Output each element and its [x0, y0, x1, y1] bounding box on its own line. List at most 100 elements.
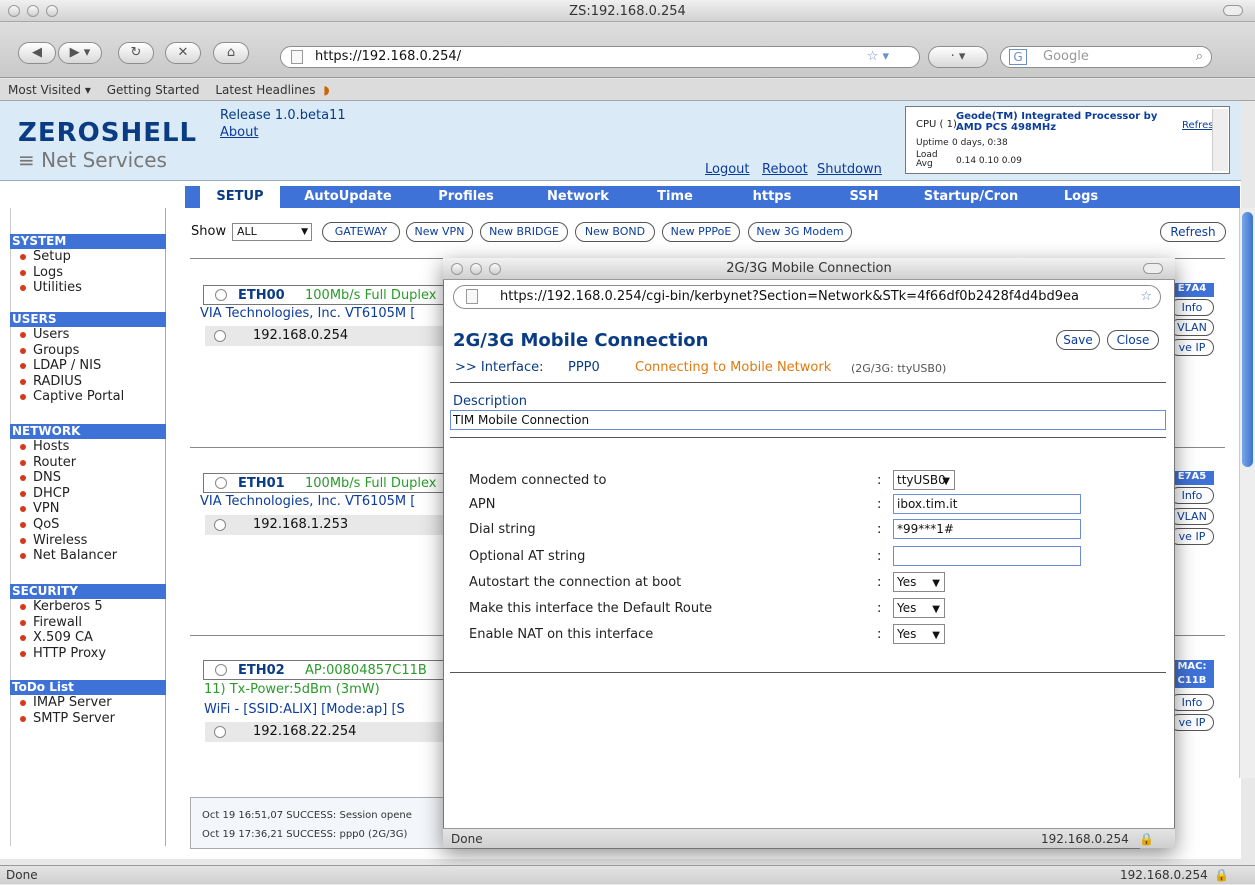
- reboot-link[interactable]: Reboot: [762, 162, 808, 177]
- menu-tab-https[interactable]: https: [722, 186, 822, 208]
- move-ip-button[interactable]: ve IP: [1170, 528, 1214, 545]
- new-vpn-button[interactable]: New VPN: [406, 222, 473, 242]
- sidebar-item-dns[interactable]: DNS: [20, 471, 61, 485]
- sidebar-item-captive-portal[interactable]: Captive Portal: [19, 390, 124, 404]
- menu-tab-startup-cron[interactable]: Startup/Cron: [906, 186, 1036, 208]
- sidebar-item-ldap-nis[interactable]: LDAP / NIS: [19, 359, 101, 373]
- sidebar-item-http-proxy[interactable]: HTTP Proxy: [19, 646, 106, 661]
- sidebar-item-router[interactable]: Router: [19, 455, 76, 470]
- bookmark-star-icon[interactable]: ☆ ▾: [867, 47, 889, 67]
- sidebar-item-radius[interactable]: RADIUS: [19, 374, 82, 389]
- interface-radio[interactable]: [215, 664, 227, 676]
- ip-radio[interactable]: [214, 519, 226, 531]
- interface-ip-row[interactable]: 192.168.1.253: [205, 515, 445, 535]
- home-button[interactable]: ⌂: [213, 42, 249, 64]
- colon: :: [877, 473, 882, 488]
- new-bridge-button[interactable]: New BRIDGE: [480, 222, 568, 242]
- default-route-select[interactable]: Yes ▼: [893, 598, 945, 618]
- interface-ip-row[interactable]: 192.168.0.254: [205, 326, 445, 346]
- ip-radio[interactable]: [214, 726, 226, 738]
- sidebar-item-net-balancer[interactable]: Net Balancer: [19, 549, 117, 563]
- bookmark-most-visited[interactable]: Most Visited ▾: [8, 83, 91, 97]
- bookmark-star-icon[interactable]: ☆: [1138, 286, 1152, 308]
- shutdown-link[interactable]: Shutdown: [817, 162, 882, 177]
- info-button[interactable]: Info: [1170, 694, 1214, 711]
- menu-tab-ssh[interactable]: SSH: [834, 186, 894, 208]
- description-input[interactable]: TIM Mobile Connection: [450, 410, 1166, 430]
- sidebar-item-wireless[interactable]: Wireless: [19, 533, 87, 548]
- sidebar-item-vpn[interactable]: VPN: [19, 502, 59, 516]
- nat-select[interactable]: Yes ▼: [893, 624, 945, 644]
- sidebar-item-imap-server[interactable]: IMAP Server: [20, 696, 112, 710]
- modem-select[interactable]: ttyUSB0 ▼: [893, 470, 955, 490]
- sidebar-item-kerberos-5[interactable]: Kerberos 5: [20, 600, 103, 614]
- bookmark-latest-headlines[interactable]: Latest Headlines: [215, 83, 315, 97]
- device-info: (2G/3G: ttyUSB0): [851, 362, 947, 375]
- sidebar-item-hosts[interactable]: Hosts: [19, 440, 69, 454]
- popup-heading: 2G/3G Mobile Connection: [453, 330, 709, 351]
- menu-tab-time[interactable]: Time: [640, 186, 710, 208]
- interface-radio[interactable]: [215, 289, 227, 301]
- colon: :: [877, 549, 882, 564]
- toolbar-toggle-button[interactable]: [1143, 263, 1163, 274]
- ip-radio[interactable]: [214, 330, 226, 342]
- popup-address-bar[interactable]: https://192.168.0.254/cgi-bin/kerbynet?S…: [453, 285, 1161, 309]
- show-filter-select[interactable]: ALL ▼: [232, 223, 312, 241]
- vlan-button[interactable]: VLAN: [1170, 508, 1214, 525]
- menu-tab-network[interactable]: Network: [528, 186, 628, 208]
- menu-tab-autoupdate[interactable]: AutoUpdate: [292, 186, 404, 208]
- sidebar-item-groups[interactable]: Groups: [19, 343, 79, 358]
- search-bar[interactable]: G Google ⌕: [1000, 46, 1212, 68]
- new-3g-modem-button[interactable]: New 3G Modem: [748, 222, 852, 242]
- sidebar-item-setup[interactable]: Setup: [20, 250, 71, 264]
- apn-input[interactable]: ibox.tim.it: [893, 494, 1081, 514]
- new-pppoe-button[interactable]: New PPPoE: [662, 222, 740, 242]
- autostart-select[interactable]: Yes ▼: [893, 572, 945, 592]
- dial-string-input[interactable]: *99***1#: [893, 519, 1081, 539]
- info-button[interactable]: Info: [1170, 299, 1214, 316]
- reload-button[interactable]: ↻: [118, 42, 154, 64]
- sidebar-item-utilities[interactable]: Utilities: [20, 281, 82, 295]
- move-ip-button[interactable]: ve IP: [1170, 339, 1214, 356]
- sidebar-item-firewall[interactable]: Firewall: [19, 615, 82, 630]
- info-button[interactable]: Info: [1170, 487, 1214, 504]
- logout-link[interactable]: Logout: [705, 162, 750, 177]
- menu-tab-setup[interactable]: SETUP: [200, 186, 280, 208]
- save-button[interactable]: Save: [1056, 330, 1100, 350]
- at-string-input[interactable]: [893, 546, 1081, 566]
- sidebar-item-logs[interactable]: Logs: [20, 265, 63, 280]
- sysinfo-scrollbar[interactable]: [1212, 109, 1228, 171]
- page-scrollbar[interactable]: [1239, 208, 1255, 778]
- sidebar-item-qos[interactable]: QoS: [19, 518, 59, 532]
- window-title: ZS:192.168.0.254: [569, 4, 686, 19]
- close-button[interactable]: Close: [1107, 330, 1159, 350]
- refresh-button[interactable]: Refresh: [1160, 222, 1226, 242]
- menu-tab-profiles[interactable]: Profiles: [416, 186, 516, 208]
- sidebar-item-smtp-server[interactable]: SMTP Server: [19, 711, 115, 726]
- vlan-button[interactable]: VLAN: [1170, 319, 1214, 336]
- new-bond-button[interactable]: New BOND: [575, 222, 655, 242]
- stop-button[interactable]: ✕: [165, 42, 201, 64]
- bookmark-getting-started[interactable]: Getting Started: [107, 83, 200, 97]
- forward-button[interactable]: ▶ ▾: [58, 42, 102, 64]
- back-button[interactable]: ◀: [18, 42, 56, 64]
- search-engine-icon[interactable]: G: [1009, 49, 1027, 65]
- about-link[interactable]: About: [220, 125, 258, 140]
- toolbar-toggle-button[interactable]: [1223, 5, 1243, 16]
- close-window-button[interactable]: [451, 263, 463, 275]
- sidebar-item-dhcp[interactable]: DHCP: [20, 486, 70, 501]
- address-bar[interactable]: https://192.168.0.254/ ☆ ▾: [280, 46, 920, 68]
- move-ip-button[interactable]: ve IP: [1170, 714, 1214, 731]
- menu-tab-logs[interactable]: Logs: [1046, 186, 1116, 208]
- interface-ip-row[interactable]: 192.168.22.254: [205, 722, 445, 742]
- scroll-thumb[interactable]: [1242, 212, 1253, 467]
- download-button[interactable]: · ▾: [928, 46, 988, 68]
- search-icon[interactable]: ⌕: [1196, 47, 1203, 67]
- popup-window-title: 2G/3G Mobile Connection: [726, 261, 892, 276]
- zoom-window-button[interactable]: [489, 263, 501, 275]
- gateway-button[interactable]: GATEWAY: [322, 222, 400, 242]
- sidebar-item-x-509-ca[interactable]: X.509 CA: [20, 631, 93, 645]
- interface-radio[interactable]: [215, 477, 227, 489]
- sidebar-item-users[interactable]: Users: [19, 328, 69, 342]
- minimize-window-button[interactable]: [470, 263, 482, 275]
